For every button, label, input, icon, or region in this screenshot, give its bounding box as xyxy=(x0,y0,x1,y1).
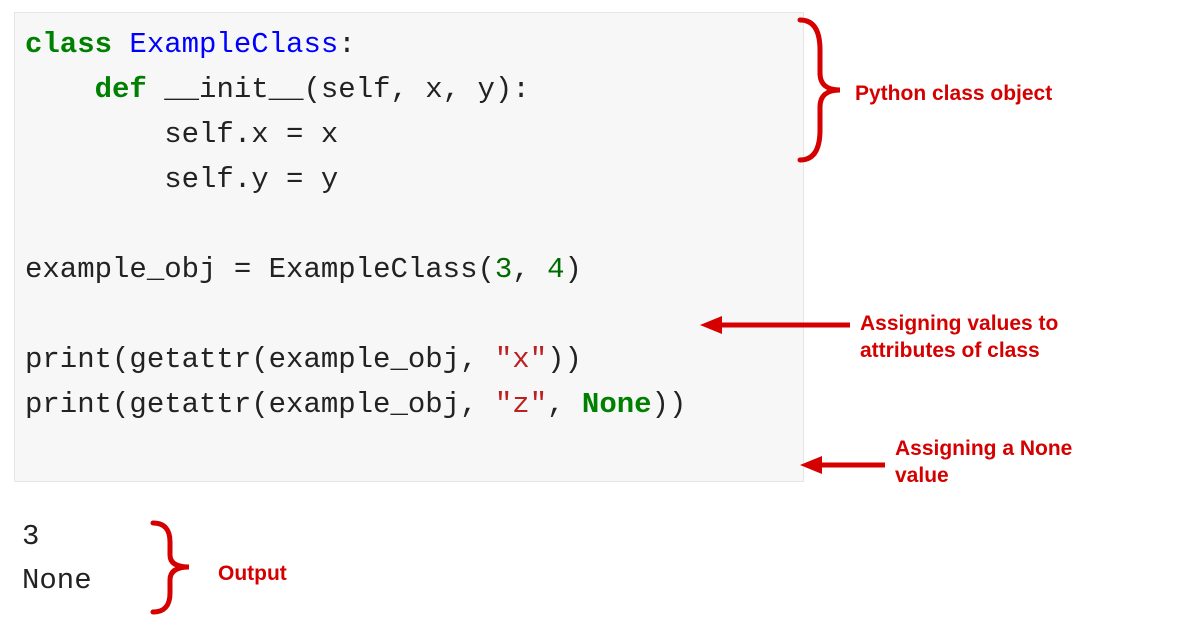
colon: : xyxy=(338,28,355,61)
print2-pre: print(getattr(example_obj, xyxy=(25,388,495,421)
none-keyword: None xyxy=(582,388,652,421)
inst-arg2: 4 xyxy=(547,253,564,286)
output-line-1: 3 xyxy=(22,520,39,553)
print2-str: "z" xyxy=(495,388,547,421)
init-params: (self, x, y): xyxy=(303,73,529,106)
inst-call-post: ) xyxy=(565,253,582,286)
print2-post: )) xyxy=(652,388,687,421)
code-line-3: self.x = x xyxy=(25,118,338,151)
print1-pre: print(getattr(example_obj, xyxy=(25,343,495,376)
print1-str: "x" xyxy=(495,343,547,376)
print1-post: )) xyxy=(547,343,582,376)
annotation-assigning-none: Assigning a None value xyxy=(895,435,1095,490)
code-block: class ExampleClass: def __init__(self, x… xyxy=(14,12,804,482)
output-block: 3 None xyxy=(22,515,92,602)
equals: = xyxy=(216,253,268,286)
annotation-class-object: Python class object xyxy=(855,80,1052,107)
brace-icon xyxy=(145,520,205,615)
output-line-2: None xyxy=(22,564,92,597)
annotation-output: Output xyxy=(218,560,287,587)
arrow-icon xyxy=(800,450,890,480)
inst-call-pre: ExampleClass( xyxy=(269,253,495,286)
keyword-def: def xyxy=(95,73,147,106)
keyword-class: class xyxy=(25,28,112,61)
class-name: ExampleClass xyxy=(129,28,338,61)
code-line-4: self.y = y xyxy=(25,163,338,196)
inst-comma: , xyxy=(512,253,547,286)
instance-var: example_obj xyxy=(25,253,216,286)
print2-comma: , xyxy=(547,388,582,421)
init-name: __init__ xyxy=(164,73,303,106)
annotation-assigning-values: Assigning values to attributes of class xyxy=(860,310,1080,365)
inst-arg1: 3 xyxy=(495,253,512,286)
